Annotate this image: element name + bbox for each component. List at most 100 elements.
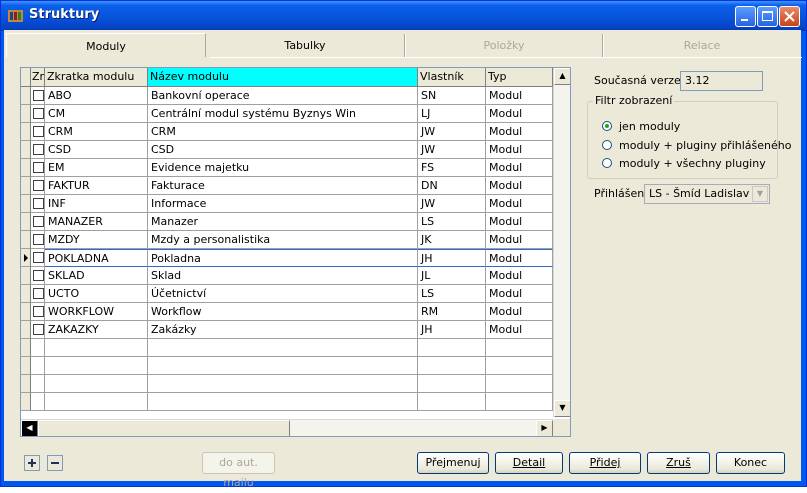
row-header[interactable] xyxy=(21,141,31,159)
header-zkratka[interactable]: Zkratka modulu xyxy=(45,68,148,86)
scroll-right-button[interactable]: ▶ xyxy=(536,420,553,436)
add-button[interactable]: Přidej xyxy=(569,452,641,474)
cell-name[interactable] xyxy=(148,357,418,375)
table-row[interactable]: SKLAD Sklad JL Modul xyxy=(21,267,553,285)
row-checkbox[interactable] xyxy=(33,162,44,173)
row-header[interactable] xyxy=(21,357,31,375)
row-header[interactable] xyxy=(21,267,31,285)
table-row[interactable] xyxy=(21,393,553,411)
radio-moduly-vsechny-pluginy[interactable] xyxy=(602,158,612,168)
cell-name[interactable]: CSD xyxy=(148,141,418,159)
cancel-button[interactable]: Zruš xyxy=(647,452,710,474)
cell-type[interactable]: Modul xyxy=(486,123,553,141)
cell-name[interactable]: CRM xyxy=(148,123,418,141)
cell-code[interactable]: FAKTUR xyxy=(45,177,148,195)
cell-type[interactable]: Modul xyxy=(486,321,553,339)
expand-button[interactable] xyxy=(24,455,40,471)
cell-owner[interactable]: FS xyxy=(418,159,486,177)
row-header[interactable] xyxy=(21,231,31,249)
minimize-button[interactable] xyxy=(735,6,756,27)
cell-code[interactable]: INF xyxy=(45,195,148,213)
row-checkbox[interactable] xyxy=(33,252,44,263)
cell-name[interactable]: Workflow xyxy=(148,303,418,321)
horizontal-scrollbar[interactable]: ◀ ▶ xyxy=(21,419,553,436)
cell-name[interactable]: Informace xyxy=(148,195,418,213)
cell-name[interactable] xyxy=(148,375,418,393)
row-checkbox[interactable] xyxy=(33,306,44,317)
cell-name[interactable]: Mzdy a personalistika xyxy=(148,231,418,249)
horizontal-scroll-thumb[interactable] xyxy=(38,420,290,436)
row-header[interactable] xyxy=(21,105,31,123)
cell-owner[interactable]: JW xyxy=(418,195,486,213)
tab-tabulky[interactable]: Tabulky xyxy=(206,33,404,57)
vertical-scrollbar[interactable]: ▲ ▼ xyxy=(553,68,570,417)
cell-owner[interactable]: LJ xyxy=(418,105,486,123)
cell-code[interactable]: MANAZER xyxy=(45,213,148,231)
table-row[interactable]: WORKFLOW Workflow RM Modul xyxy=(21,303,553,321)
cell-zn[interactable] xyxy=(31,393,45,411)
table-row[interactable]: FAKTUR Fakturace DN Modul xyxy=(21,177,553,195)
row-header[interactable] xyxy=(21,339,31,357)
cell-type[interactable]: Modul xyxy=(486,177,553,195)
cell-code[interactable] xyxy=(45,393,148,411)
title-bar[interactable]: Struktury xyxy=(1,1,806,31)
cell-name[interactable]: Účetnictví xyxy=(148,285,418,303)
cell-code[interactable] xyxy=(45,375,148,393)
cell-type[interactable] xyxy=(486,393,553,411)
row-checkbox[interactable] xyxy=(33,108,44,119)
cell-type[interactable]: Modul xyxy=(486,87,553,105)
cell-type[interactable] xyxy=(486,375,553,393)
row-header[interactable] xyxy=(21,321,31,339)
maximize-button[interactable] xyxy=(757,6,778,27)
radio-label[interactable]: moduly + všechny pluginy xyxy=(619,157,766,170)
row-header[interactable] xyxy=(21,375,31,393)
cell-owner[interactable]: LS xyxy=(418,213,486,231)
header-typ[interactable]: Typ xyxy=(486,68,553,86)
cell-name[interactable]: Centrální modul systému Byznys Win xyxy=(148,105,418,123)
cell-code[interactable]: SKLAD xyxy=(45,267,148,285)
cell-type[interactable]: Modul xyxy=(486,105,553,123)
radio-jen-moduly[interactable] xyxy=(602,121,612,131)
row-header[interactable] xyxy=(21,195,31,213)
table-row[interactable]: ZAKAZKY Zakázky JH Modul xyxy=(21,321,553,339)
cell-type[interactable] xyxy=(486,339,553,357)
cell-owner[interactable] xyxy=(418,339,486,357)
table-row[interactable]: INF Informace JW Modul xyxy=(21,195,553,213)
scroll-down-button[interactable]: ▼ xyxy=(554,400,570,417)
cell-code[interactable]: ZAKAZKY xyxy=(45,321,148,339)
scroll-left-button[interactable]: ◀ xyxy=(21,420,38,436)
close-button[interactable] xyxy=(779,6,800,27)
cell-owner[interactable]: DN xyxy=(418,177,486,195)
row-checkbox[interactable] xyxy=(33,126,44,137)
cell-owner[interactable]: JK xyxy=(418,231,486,249)
cell-owner[interactable]: JW xyxy=(418,141,486,159)
modules-grid[interactable]: Zn Zkratka modulu Název modulu Vlastník … xyxy=(20,67,571,437)
row-header[interactable] xyxy=(21,87,31,105)
cell-code[interactable]: MZDY xyxy=(45,231,148,249)
row-header[interactable] xyxy=(21,285,31,303)
row-checkbox[interactable] xyxy=(33,270,44,281)
cell-code[interactable]: WORKFLOW xyxy=(45,303,148,321)
table-row[interactable]: CM Centrální modul systému Byznys Win LJ Mo… xyxy=(21,105,553,123)
row-checkbox[interactable] xyxy=(33,180,44,191)
header-nazev[interactable]: Název modulu xyxy=(148,68,418,86)
cell-code[interactable]: EM xyxy=(45,159,148,177)
tab-moduly[interactable]: Moduly xyxy=(6,33,206,57)
cell-code[interactable] xyxy=(45,339,148,357)
cell-owner[interactable] xyxy=(418,375,486,393)
cell-code[interactable]: ABO xyxy=(45,87,148,105)
cell-owner[interactable] xyxy=(418,393,486,411)
row-header[interactable] xyxy=(21,123,31,141)
detail-button[interactable]: Detail xyxy=(495,452,563,474)
cell-type[interactable]: Modul xyxy=(486,285,553,303)
row-checkbox[interactable] xyxy=(33,288,44,299)
row-checkbox[interactable] xyxy=(33,90,44,101)
cell-name[interactable]: Manazer xyxy=(148,213,418,231)
cell-owner[interactable]: JH xyxy=(418,249,486,267)
cell-code[interactable]: CM xyxy=(45,105,148,123)
row-header[interactable] xyxy=(21,303,31,321)
row-header[interactable] xyxy=(21,177,31,195)
cell-name[interactable]: Fakturace xyxy=(148,177,418,195)
cell-type[interactable]: Modul xyxy=(486,195,553,213)
table-row[interactable] xyxy=(21,375,553,393)
